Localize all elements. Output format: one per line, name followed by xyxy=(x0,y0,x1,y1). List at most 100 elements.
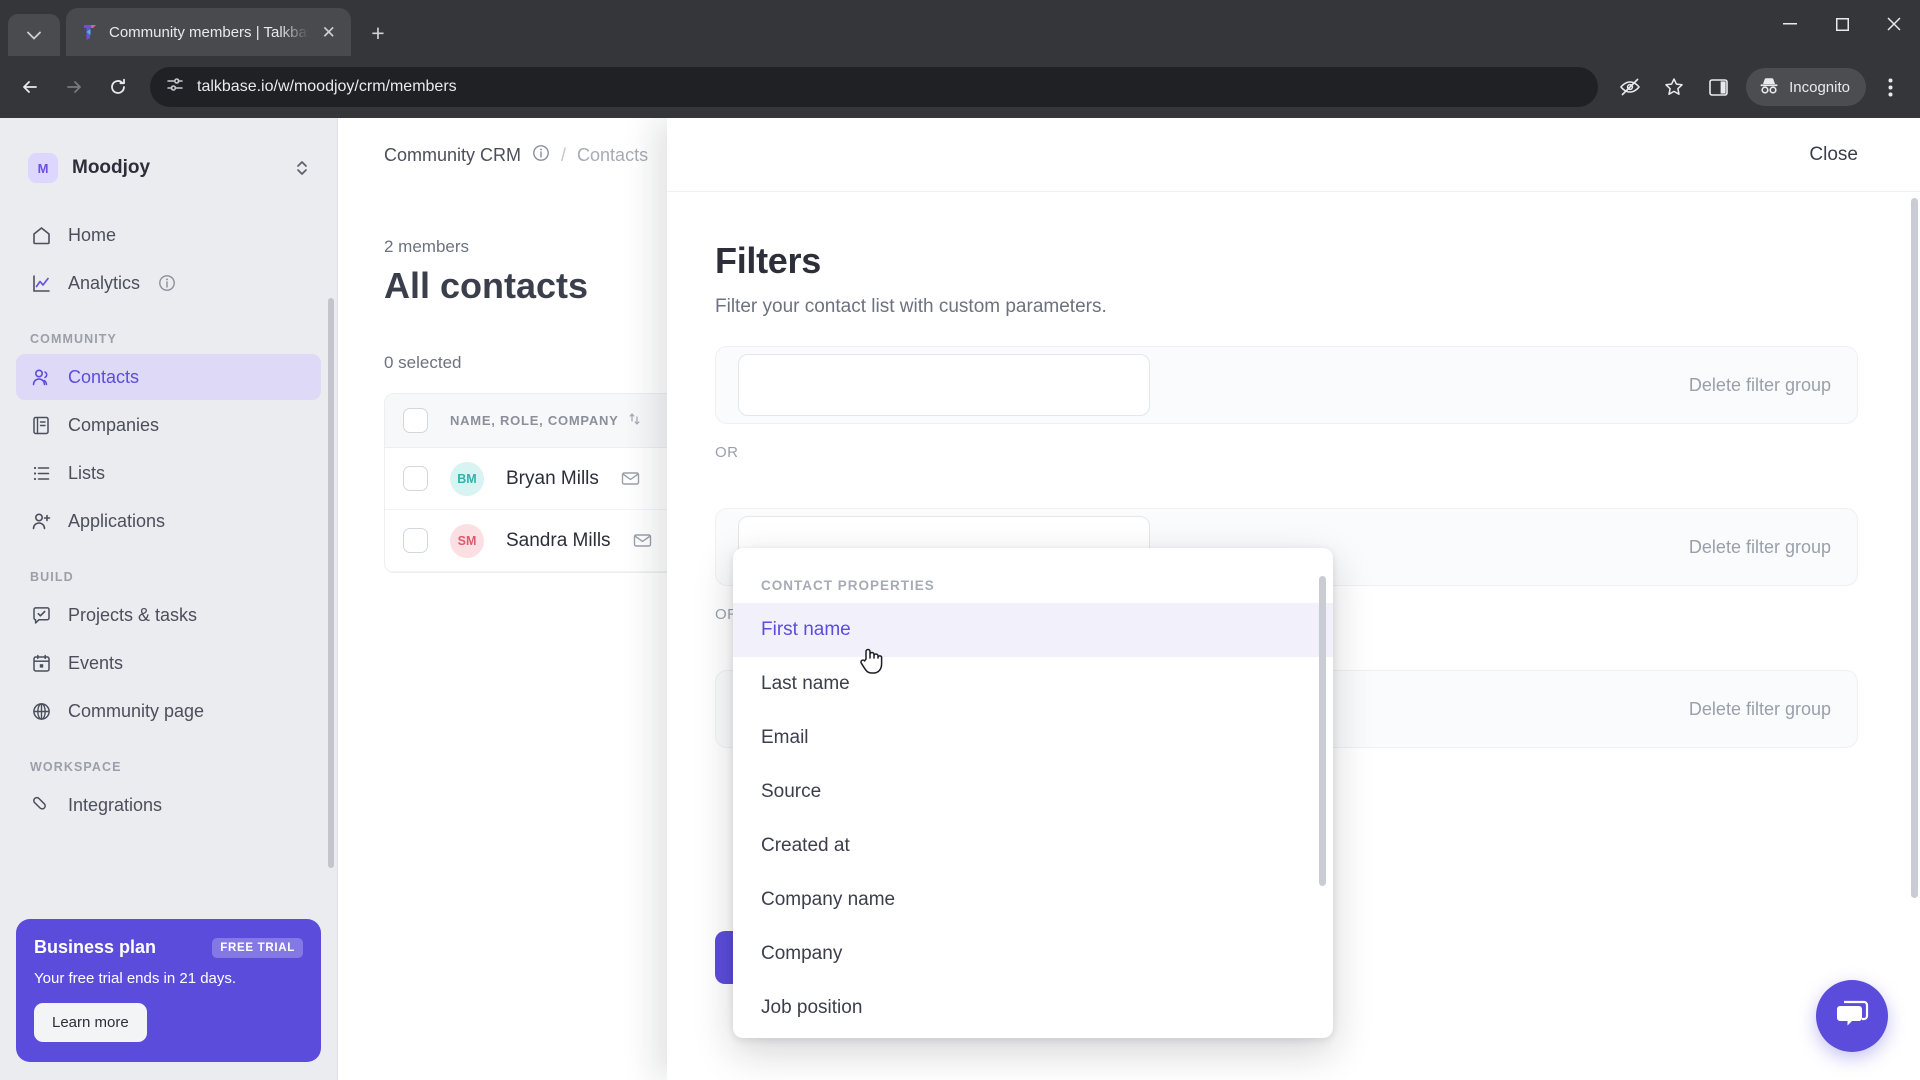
info-icon[interactable] xyxy=(158,274,176,292)
sidebar-item-analytics[interactable]: Analytics xyxy=(16,260,321,306)
mouse-cursor xyxy=(858,646,884,676)
dropdown-item-job-position[interactable]: Job position xyxy=(733,981,1333,1035)
or-separator: OR xyxy=(715,424,1858,480)
forward-icon[interactable] xyxy=(54,67,94,107)
sidebar-item-label: Projects & tasks xyxy=(68,604,198,625)
dropdown-item-first-name[interactable]: First name xyxy=(733,603,1333,657)
avatar: BM xyxy=(450,461,484,496)
minimize-button[interactable] xyxy=(1764,0,1816,48)
page-root: M Moodjoy Home Analytics COMMUNITY Conta… xyxy=(0,118,1920,1080)
dropdown-group-label: EVENTS xyxy=(733,1035,1333,1038)
learn-more-button[interactable]: Learn more xyxy=(34,1003,147,1042)
tab-search-button[interactable] xyxy=(8,14,60,56)
sidebar-scrollbar[interactable] xyxy=(328,298,334,868)
sidebar-item-label: Analytics xyxy=(68,272,141,293)
maximize-button[interactable] xyxy=(1816,0,1868,48)
breadcrumb-separator: / xyxy=(561,145,567,165)
applications-icon xyxy=(30,510,52,532)
info-icon[interactable] xyxy=(532,144,550,167)
companies-icon xyxy=(30,414,52,436)
row-checkbox[interactable] xyxy=(403,466,428,491)
reload-icon[interactable] xyxy=(98,67,138,107)
or-label: OR xyxy=(715,443,739,461)
new-tab-button[interactable]: + xyxy=(361,16,395,50)
row-checkbox[interactable] xyxy=(403,528,428,553)
incognito-indicator[interactable]: Incognito xyxy=(1746,68,1866,106)
tasks-icon xyxy=(30,604,52,626)
modal-subtitle: Filter your contact list with custom par… xyxy=(715,296,1107,317)
dropdown-item-source[interactable]: Source xyxy=(733,765,1333,819)
chat-bubble-icon xyxy=(1835,999,1869,1034)
chrome-menu-icon[interactable] xyxy=(1870,67,1910,107)
breadcrumb-current: Contacts xyxy=(577,145,649,165)
sidebar-item-label: Integrations xyxy=(68,794,163,815)
sidebar-item-integrations[interactable]: Integrations xyxy=(16,782,321,828)
site-settings-icon[interactable] xyxy=(166,76,184,99)
sidebar-item-home[interactable]: Home xyxy=(16,212,321,258)
free-trial-badge: FREE TRIAL xyxy=(212,937,303,958)
globe-icon xyxy=(30,700,52,722)
dropdown-group-label: CONTACT PROPERTIES xyxy=(761,578,935,593)
url-text: talkbase.io/w/moodjoy/crm/members xyxy=(197,78,457,95)
sidebar-item-label: Companies xyxy=(68,414,160,435)
dropdown-item-last-name[interactable]: Last name xyxy=(733,657,1333,711)
workspace-name: Moodjoy xyxy=(72,157,151,178)
side-panel-icon[interactable] xyxy=(1698,67,1738,107)
mail-icon[interactable] xyxy=(633,531,652,550)
sidebar-item-projects-tasks[interactable]: Projects & tasks xyxy=(16,592,321,638)
breadcrumb-root[interactable]: Community CRM xyxy=(384,145,521,166)
dropdown-item-company[interactable]: Company xyxy=(733,927,1333,981)
sidebar-section-workspace: WORKSPACE xyxy=(30,760,122,774)
sort-icon[interactable] xyxy=(629,412,640,429)
mail-icon[interactable] xyxy=(621,469,640,488)
avatar: SM xyxy=(450,523,484,558)
bookmark-star-icon[interactable] xyxy=(1654,67,1694,107)
modal-top-bar: Close xyxy=(667,118,1920,192)
integrations-icon xyxy=(30,794,52,816)
column-header-label: NAME, ROLE, COMPANY xyxy=(450,413,619,428)
address-bar[interactable]: talkbase.io/w/moodjoy/crm/members xyxy=(150,67,1599,107)
sidebar-item-label: Events xyxy=(68,652,124,673)
sidebar-item-events[interactable]: Events xyxy=(16,640,321,686)
contact-name: Sandra Mills xyxy=(506,529,611,551)
close-window-button[interactable] xyxy=(1868,0,1920,48)
select-all-checkbox[interactable] xyxy=(403,408,428,433)
delete-filter-group-button[interactable]: Delete filter group xyxy=(1689,537,1831,558)
column-header-name-role-company[interactable]: NAME, ROLE, COMPANY xyxy=(450,412,640,429)
modal-title: Filters xyxy=(715,240,821,281)
sidebar-item-contacts[interactable]: Contacts xyxy=(16,354,321,400)
plan-subtitle: Your free trial ends in 21 days. xyxy=(34,970,237,987)
sidebar-item-companies[interactable]: Companies xyxy=(16,402,321,448)
browser-tab[interactable]: Community members | Talkbase ✕ xyxy=(66,8,351,56)
sidebar-item-applications[interactable]: Applications xyxy=(16,498,321,544)
plan-title: Business plan xyxy=(34,937,157,957)
sidebar-item-community-page[interactable]: Community page xyxy=(16,688,321,734)
back-icon[interactable] xyxy=(10,67,50,107)
dropdown-scrollbar[interactable] xyxy=(1319,576,1326,886)
calendar-icon xyxy=(30,652,52,674)
tab-close-icon[interactable]: ✕ xyxy=(318,21,339,43)
sidebar-item-label: Community page xyxy=(68,700,205,721)
delete-filter-group-button[interactable]: Delete filter group xyxy=(1689,375,1831,396)
close-button[interactable]: Close xyxy=(1789,133,1878,176)
tab-title: Community members | Talkbase xyxy=(109,23,310,41)
sidebar-item-lists[interactable]: Lists xyxy=(16,450,321,496)
property-dropdown-menu: CONTACT PROPERTIES First name Last name … xyxy=(733,548,1333,1038)
workspace-switcher[interactable]: M Moodjoy xyxy=(16,142,321,194)
contact-name: Bryan Mills xyxy=(506,467,599,489)
dropdown-item-company-name[interactable]: Company name xyxy=(733,873,1333,927)
sidebar-item-label: Applications xyxy=(68,510,166,531)
tracking-protection-icon[interactable] xyxy=(1610,67,1650,107)
browser-chrome: Community members | Talkbase ✕ + talkbas… xyxy=(0,0,1920,118)
dropdown-item-created-at[interactable]: Created at xyxy=(733,819,1333,873)
home-icon xyxy=(30,224,52,246)
filter-property-select[interactable] xyxy=(738,354,1150,416)
dropdown-item-email[interactable]: Email xyxy=(733,711,1333,765)
window-controls xyxy=(1764,0,1920,48)
incognito-label: Incognito xyxy=(1789,78,1850,96)
chat-widget-button[interactable] xyxy=(1816,980,1888,1052)
browser-toolbar: talkbase.io/w/moodjoy/crm/members Incogn… xyxy=(0,56,1920,118)
chevron-updown-icon[interactable] xyxy=(295,158,309,178)
delete-filter-group-button[interactable]: Delete filter group xyxy=(1689,699,1831,720)
page-scrollbar[interactable] xyxy=(1911,198,1918,898)
